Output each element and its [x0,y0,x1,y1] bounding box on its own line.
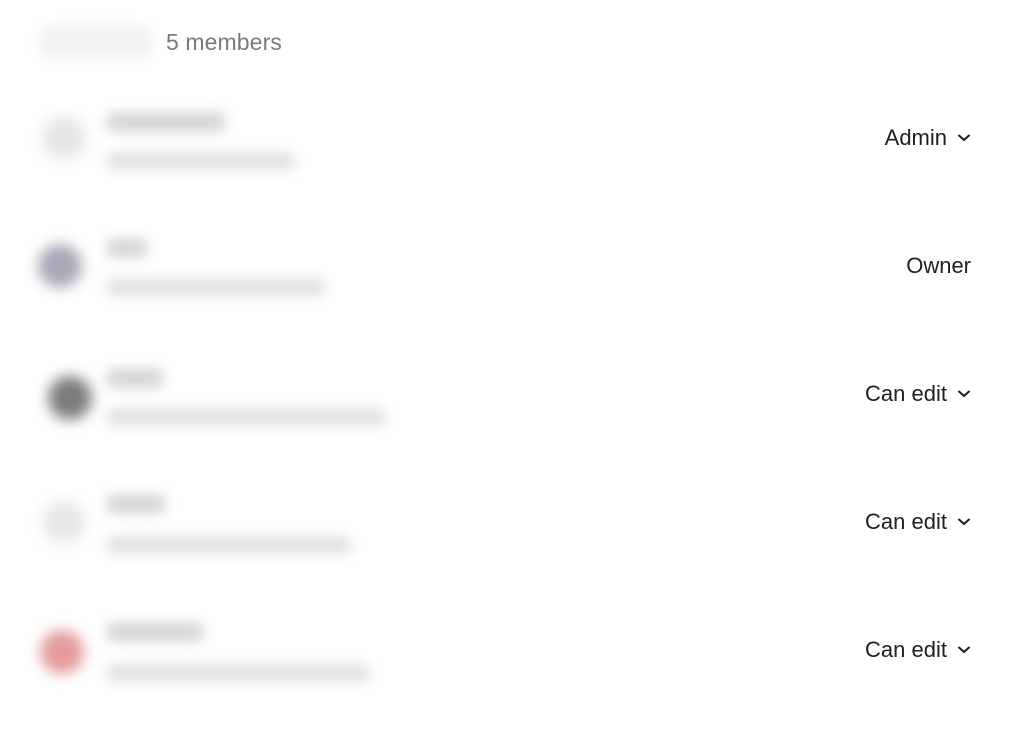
member-count: 5 members [166,28,282,55]
team-name-blurred [40,26,152,58]
member-email-blurred [106,278,326,296]
role-label: Can edit [865,509,947,534]
role-dropdown[interactable]: Admin [885,122,971,154]
role-label: Owner [906,253,971,278]
chevron-down-icon [957,131,971,145]
member-name-blurred [106,112,226,132]
role-dropdown[interactable]: Can edit [865,378,971,410]
chevron-down-icon [957,643,971,657]
avatar [42,500,86,544]
chevron-down-icon [957,515,971,529]
role-label-static: Owner [906,250,971,282]
member-name-blurred [106,238,148,258]
member-list: Admin Owner Can edit Can edit Can edit [0,74,1028,714]
member-email-blurred [106,536,352,554]
avatar [40,630,84,674]
chevron-down-icon [957,387,971,401]
member-row: Admin [0,74,1028,202]
member-row: Can edit [0,330,1028,458]
avatar [48,376,92,420]
role-dropdown[interactable]: Can edit [865,506,971,538]
members-header: 5 members [40,24,282,60]
member-row: Can edit [0,586,1028,714]
member-email-blurred [106,664,370,682]
member-row: Owner [0,202,1028,330]
member-name-blurred [106,494,166,514]
member-row: Can edit [0,458,1028,586]
role-label: Admin [884,125,947,150]
avatar [38,244,82,288]
role-label: Can edit [865,637,947,662]
role-label: Can edit [865,381,947,406]
member-email-blurred [106,152,296,170]
avatar [42,116,86,160]
member-name-blurred [106,622,204,642]
member-name-blurred [106,368,164,388]
member-email-blurred [106,408,386,426]
role-dropdown[interactable]: Can edit [865,634,971,666]
